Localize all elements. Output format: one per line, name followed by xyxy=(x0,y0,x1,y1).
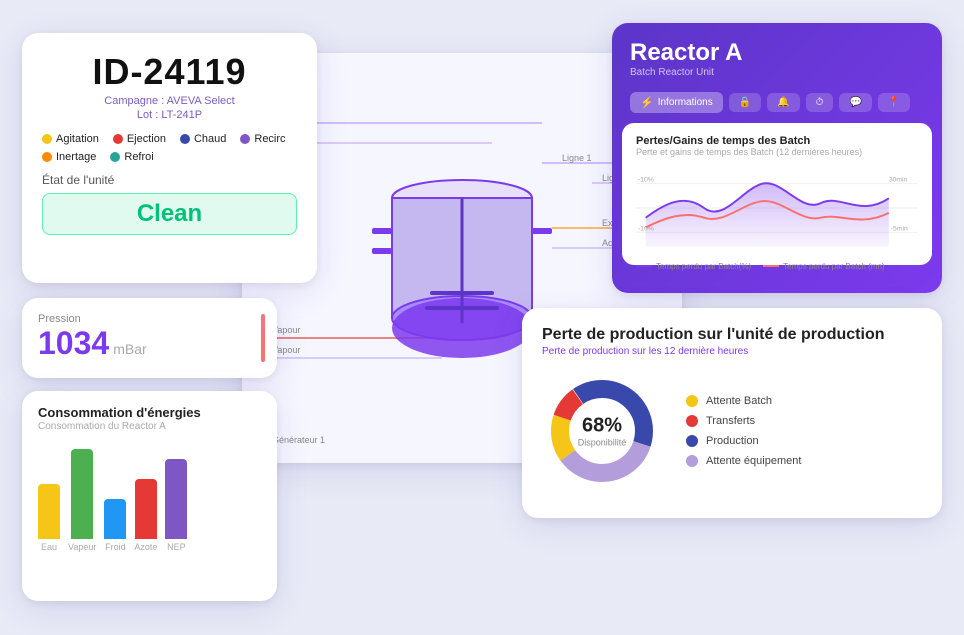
badge-refroi: Refroi xyxy=(110,151,153,163)
badge-chaud: Chaud xyxy=(180,133,226,145)
reactor-header: Reactor A Batch Reactor Unit xyxy=(612,23,942,86)
energy-title: Consommation d'énergies xyxy=(38,405,261,420)
svg-text:Ligne 1: Ligne 1 xyxy=(562,153,592,163)
donut-percentage: 68% xyxy=(578,414,627,437)
badge-recirc: Recirc xyxy=(240,133,285,145)
legend-dot-blue xyxy=(686,435,698,447)
campaign-label: Campagne : AVEVA Select xyxy=(42,95,297,107)
bar-nep-rect xyxy=(165,459,187,539)
line-chart-area: -10% -10% 30min -5min xyxy=(636,163,918,253)
tab-clock[interactable]: ⏱ xyxy=(806,93,834,112)
chart-title: Pertes/Gains de temps des Batch xyxy=(636,135,918,147)
production-legend: Attente Batch Transferts Production Atte… xyxy=(686,395,801,467)
legend-transferts: Transferts xyxy=(686,415,801,427)
tab-lock[interactable]: 🔒 xyxy=(729,93,761,112)
id-badges: Agitation Ejection Chaud Recirc Inertage… xyxy=(42,133,297,163)
tab-pin[interactable]: 📍 xyxy=(878,93,910,112)
bar-froid-rect xyxy=(104,499,126,539)
bar-chart: Eau Vapeur Froid Azote NEP xyxy=(38,446,261,556)
bar-eau: Eau xyxy=(38,484,60,552)
svg-text:30min: 30min xyxy=(889,176,908,183)
legend-dot-lightpurple xyxy=(686,455,698,467)
chart-legend: Temps perdu par Batch(%) Temps perdu par… xyxy=(636,262,918,271)
legend-red: Temps perdu par Batch (mn) xyxy=(763,262,884,271)
lot-label: Lot : LT-241P xyxy=(42,109,297,121)
bar-vapeur-rect xyxy=(71,449,93,539)
reactor-card: Reactor A Batch Reactor Unit ⚡ Informati… xyxy=(612,23,942,293)
bar-nep: NEP xyxy=(165,459,187,552)
badge-ejection: Ejection xyxy=(113,133,166,145)
production-content: 68% Disponibilité Attente Batch Transfer… xyxy=(542,371,922,491)
line-chart-svg: -10% -10% 30min -5min xyxy=(636,163,918,253)
reactor-chart: Pertes/Gains de temps des Batch Perte et… xyxy=(622,123,932,265)
badge-agitation: Agitation xyxy=(42,133,99,145)
bar-azote: Azote xyxy=(134,479,157,552)
legend-dot-yellow xyxy=(686,395,698,407)
svg-text:-5min: -5min xyxy=(891,225,908,232)
scene: ID-24119 Campagne : AVEVA Select Lot : L… xyxy=(22,13,942,623)
svg-text:Générateur 1: Générateur 1 xyxy=(272,435,325,445)
production-title: Perte de production sur l'unité de produ… xyxy=(542,326,922,344)
badge-inertage: Inertage xyxy=(42,151,96,163)
bar-vapeur: Vapeur xyxy=(68,449,96,552)
reactor-tabs: ⚡ Informations 🔒 🔔 ⏱ 💬 📍 xyxy=(612,86,942,119)
pressure-bar-indicator xyxy=(261,314,265,362)
svg-text:-10%: -10% xyxy=(638,176,654,183)
tab-informations[interactable]: ⚡ Informations xyxy=(630,92,723,113)
legend-attente-equipement: Attente équipement xyxy=(686,455,801,467)
reactor-subtitle: Batch Reactor Unit xyxy=(630,67,924,78)
tab-bell[interactable]: 🔔 xyxy=(767,93,799,112)
lock-icon: 🔒 xyxy=(739,97,751,108)
reactor-title: Reactor A xyxy=(630,39,924,67)
etat-label: État de l'unité xyxy=(42,173,297,187)
donut-chart: 68% Disponibilité xyxy=(542,371,662,491)
chat-icon: 💬 xyxy=(849,97,861,108)
bell-icon: 🔔 xyxy=(777,97,789,108)
pressure-label: Pression xyxy=(38,313,261,325)
bar-eau-rect xyxy=(38,484,60,539)
energy-subtitle: Consommation du Reactor A xyxy=(38,421,261,432)
energy-card: Consommation d'énergies Consommation du … xyxy=(22,391,277,601)
tab-informations-label: Informations xyxy=(658,97,713,108)
bar-froid: Froid xyxy=(104,499,126,552)
legend-dot-red xyxy=(686,415,698,427)
tab-chat[interactable]: 💬 xyxy=(839,93,871,112)
donut-text: Disponibilité xyxy=(578,437,627,447)
legend-production: Production xyxy=(686,435,801,447)
chart-subtitle: Perte et gains de temps des Batch (12 de… xyxy=(636,147,918,157)
bolt-icon: ⚡ xyxy=(640,96,654,109)
legend-attente-batch: Attente Batch xyxy=(686,395,801,407)
id-title: ID-24119 xyxy=(42,51,297,93)
pressure-value: 1034 mBar xyxy=(38,325,261,362)
id-card: ID-24119 Campagne : AVEVA Select Lot : L… xyxy=(22,33,317,283)
donut-label: 68% Disponibilité xyxy=(578,414,627,447)
bar-azote-rect xyxy=(135,479,157,539)
pressure-card: Pression 1034 mBar xyxy=(22,298,277,378)
production-subtitle: Perte de production sur les 12 dernière … xyxy=(542,346,922,357)
clean-button[interactable]: Clean xyxy=(42,193,297,235)
pin-icon: 📍 xyxy=(888,97,900,108)
clock-icon: ⏱ xyxy=(816,97,824,108)
production-card: Perte de production sur l'unité de produ… xyxy=(522,308,942,518)
legend-purple: Temps perdu par Batch(%) xyxy=(636,262,751,271)
